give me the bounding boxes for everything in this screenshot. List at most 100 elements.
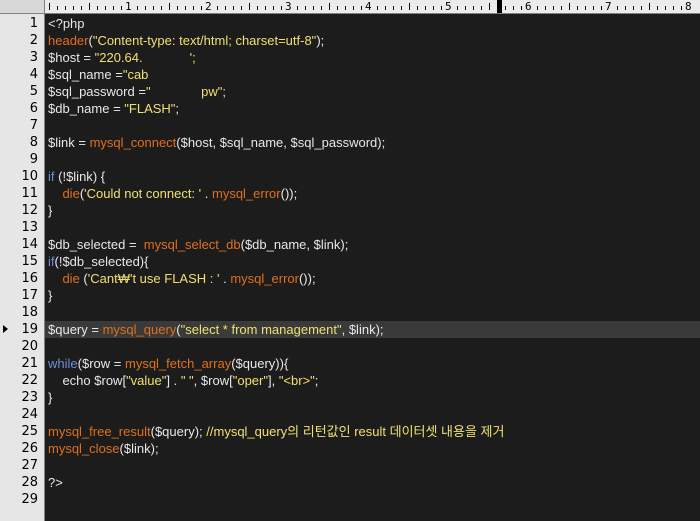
- code-line[interactable]: echo $row["value"] . " ", $row["oper"], …: [45, 372, 700, 389]
- ruler-tick: [537, 6, 538, 10]
- code-line[interactable]: $sql_password =" pw";: [45, 83, 700, 100]
- code-token: ,: [341, 322, 349, 337]
- code-line[interactable]: }: [45, 389, 700, 406]
- ruler-tick: [185, 6, 186, 10]
- code-token: mysql_query: [102, 322, 177, 337]
- ruler-tick: [545, 6, 546, 10]
- line-number[interactable]: 9: [0, 151, 38, 168]
- code-token: mysql_error: [230, 271, 299, 286]
- code-token: " pw";: [145, 84, 226, 99]
- code-line[interactable]: if(!$db_selected){: [45, 253, 700, 270]
- code-line[interactable]: [45, 304, 700, 321]
- line-number[interactable]: 11: [0, 185, 38, 202]
- code-token: $link: [348, 322, 376, 337]
- code-line[interactable]: [45, 219, 700, 236]
- code-token: $row: [200, 373, 230, 388]
- ruler-tick: [105, 6, 106, 10]
- code-line[interactable]: $sql_name ="cab: [45, 66, 700, 83]
- ruler-tick: [121, 6, 122, 10]
- code-line[interactable]: die('Could not connect: ' . mysql_error(…: [45, 185, 700, 202]
- ruler-tick: [201, 6, 202, 10]
- line-number[interactable]: 14: [0, 236, 38, 253]
- ruler-tick: [73, 6, 74, 10]
- line-number[interactable]: 2: [0, 32, 38, 49]
- line-number[interactable]: 8: [0, 134, 38, 151]
- code-token: }: [48, 390, 53, 405]
- code-token: "value": [126, 373, 167, 388]
- code-token: <?php: [48, 16, 85, 31]
- ruler-tick: [521, 6, 522, 10]
- ruler-tick: [433, 6, 434, 10]
- code-line[interactable]: }: [45, 287, 700, 304]
- line-number[interactable]: 3: [0, 49, 38, 66]
- code-line[interactable]: $db_selected = mysql_select_db($db_name,…: [45, 236, 700, 253]
- line-number[interactable]: 23: [0, 389, 38, 406]
- line-number[interactable]: 17: [0, 287, 38, 304]
- code-area[interactable]: <?php header("Content-type: text/html; ch…: [45, 14, 700, 521]
- ruler-tick: [585, 6, 586, 10]
- line-number[interactable]: 4: [0, 66, 38, 83]
- line-number[interactable]: 12: [0, 202, 38, 219]
- code-line[interactable]: [45, 151, 700, 168]
- code-line[interactable]: $query = mysql_query("select * from mana…: [45, 321, 700, 338]
- code-line[interactable]: [45, 457, 700, 474]
- code-line[interactable]: $db_name = "FLASH";: [45, 100, 700, 117]
- line-number[interactable]: 5: [0, 83, 38, 100]
- ruler-tick: [593, 6, 594, 10]
- ruler-tick: [617, 6, 618, 10]
- code-token: mysql_fetch_array: [124, 356, 232, 371]
- code-token: $link: [123, 441, 151, 456]
- code-token: while: [48, 356, 78, 371]
- code-line[interactable]: mysql_free_result($query); //mysql_query…: [45, 423, 700, 440]
- code-line[interactable]: <?php: [45, 15, 700, 32]
- ruler-tick: [321, 6, 322, 10]
- code-line[interactable]: }: [45, 202, 700, 219]
- ruler-tick: [249, 3, 250, 10]
- code-line[interactable]: die ('Cant₩'t use FLASH : ' . mysql_erro…: [45, 270, 700, 287]
- line-number[interactable]: 21: [0, 355, 38, 372]
- code-token: //mysql_query의 리턴값인 result 데이터셋 내용을 제거: [206, 424, 505, 439]
- line-number[interactable]: 6: [0, 100, 38, 117]
- line-number[interactable]: 29: [0, 491, 38, 508]
- line-number[interactable]: 13: [0, 219, 38, 236]
- ruler-tick: [145, 6, 146, 10]
- code-line[interactable]: mysql_close($link);: [45, 440, 700, 457]
- code-line[interactable]: $host = "220.64. ';: [45, 49, 700, 66]
- code-line[interactable]: [45, 406, 700, 423]
- line-number[interactable]: 15: [0, 253, 38, 270]
- code-line[interactable]: ?>: [45, 474, 700, 491]
- line-number[interactable]: 18: [0, 304, 38, 321]
- line-number[interactable]: 27: [0, 457, 38, 474]
- ruler-tick: [577, 6, 578, 10]
- line-number[interactable]: 1: [0, 15, 38, 32]
- line-number[interactable]: 10: [0, 168, 38, 185]
- code-editor[interactable]: 12345678 1 2 3 4 5 6 7 8 9 10 11 12 13 14 15 16 17 18 19 20…: [0, 0, 700, 521]
- ruler-tick: [417, 6, 418, 10]
- ruler-tick: [641, 6, 642, 10]
- code-line[interactable]: while($row = mysql_fetch_array($query)){: [45, 355, 700, 372]
- ruler-tick: [625, 6, 626, 10]
- code-token: ());: [298, 271, 316, 286]
- code-line[interactable]: [45, 491, 700, 508]
- code-line[interactable]: [45, 117, 700, 134]
- line-number[interactable]: 26: [0, 440, 38, 457]
- line-number-gutter[interactable]: 1 2 3 4 5 6 7 8 9 10 11 12 13 14 15 16 17 18 19 20 21 22 23 24 2…: [0, 14, 45, 521]
- code-token: ,: [306, 237, 314, 252]
- code-line[interactable]: $link = mysql_connect($host, $sql_name, …: [45, 134, 700, 151]
- line-number[interactable]: 22: [0, 372, 38, 389]
- ruler-number: 8: [685, 0, 692, 13]
- line-number[interactable]: 7: [0, 117, 38, 134]
- ruler-tick: [633, 6, 634, 10]
- ruler-corner: [0, 0, 45, 14]
- line-number[interactable]: 28: [0, 474, 38, 491]
- code-token: );: [377, 135, 386, 150]
- ruler-tick: [401, 6, 402, 10]
- line-number[interactable]: 24: [0, 406, 38, 423]
- code-line[interactable]: header("Content-type: text/html; charset…: [45, 32, 700, 49]
- code-line[interactable]: if (!$link) {: [45, 168, 700, 185]
- line-number[interactable]: 25: [0, 423, 38, 440]
- line-number[interactable]: 16: [0, 270, 38, 287]
- line-number[interactable]: 20: [0, 338, 38, 355]
- code-line[interactable]: [45, 338, 700, 355]
